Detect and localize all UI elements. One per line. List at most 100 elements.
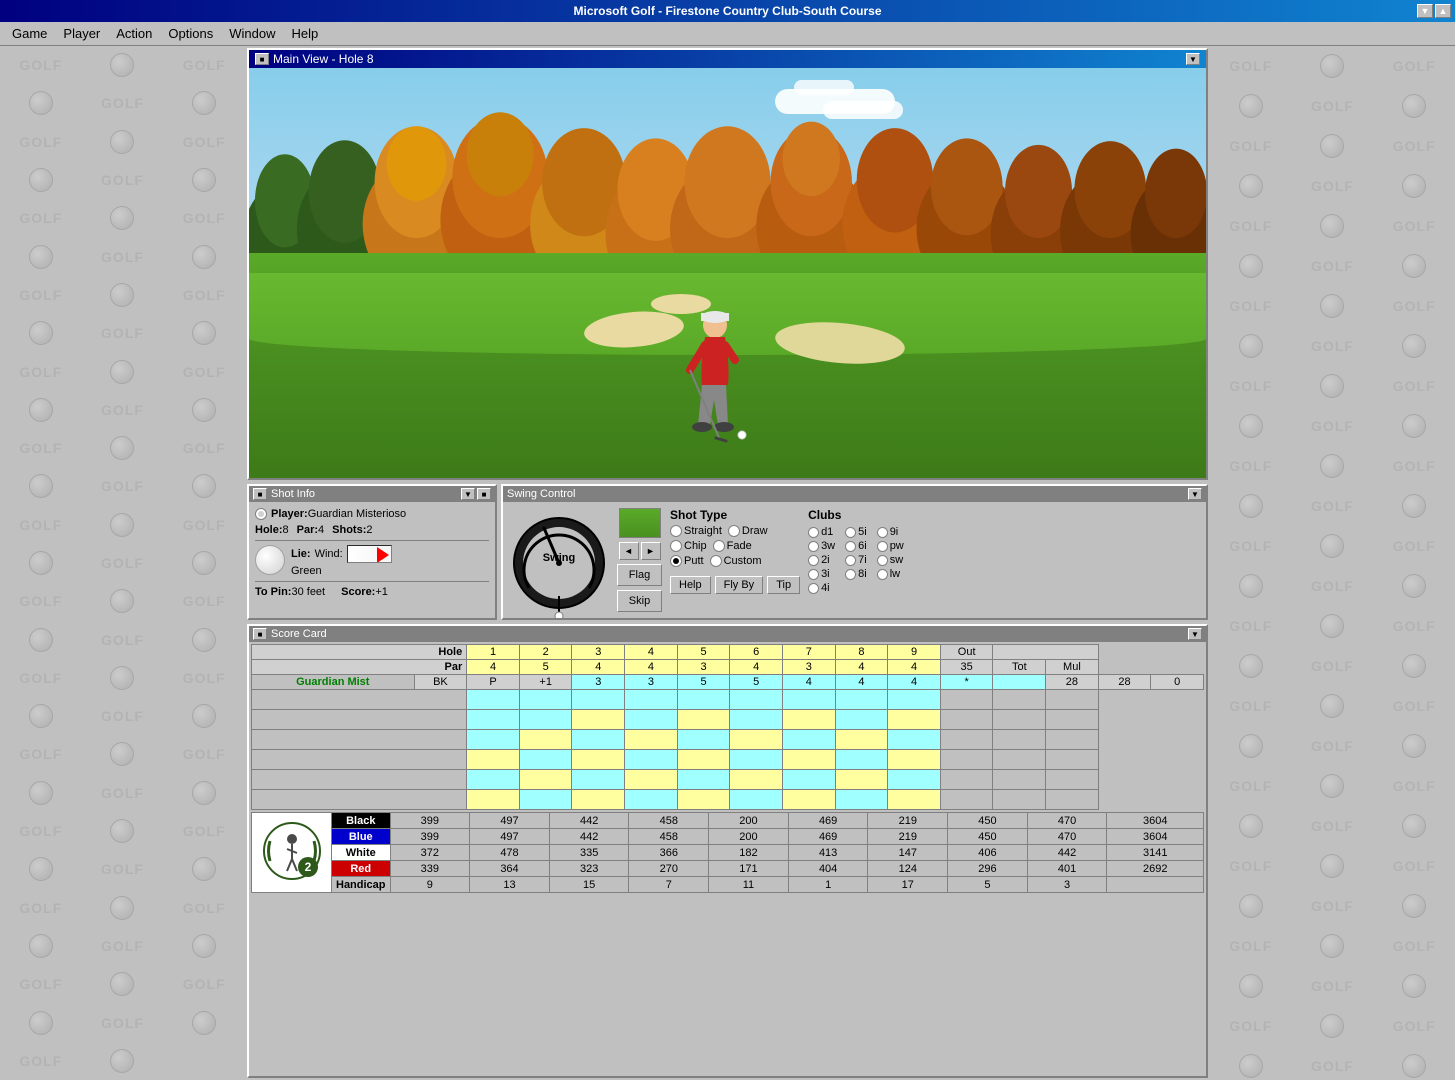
minimize-button[interactable]: ▼ bbox=[1417, 4, 1433, 18]
skip-button[interactable]: Skip bbox=[617, 590, 662, 612]
help-button[interactable]: Help bbox=[670, 576, 711, 594]
menu-window[interactable]: Window bbox=[221, 24, 283, 43]
black-h7: 219 bbox=[868, 813, 948, 829]
shot-info-minimize[interactable]: ■ bbox=[253, 488, 267, 500]
swing-label: Swing bbox=[543, 552, 575, 564]
par-8: 4 bbox=[835, 660, 888, 675]
golfer bbox=[670, 305, 750, 445]
hcp-h2: 13 bbox=[470, 877, 550, 893]
menu-game[interactable]: Game bbox=[4, 24, 55, 43]
club-lw-item[interactable]: lw bbox=[877, 568, 904, 580]
shot-info-btn1[interactable]: ▼ bbox=[461, 488, 475, 500]
club-sw-item[interactable]: sw bbox=[877, 554, 904, 566]
shot-info-btn2[interactable]: ■ bbox=[477, 488, 491, 500]
white-h1: 372 bbox=[390, 845, 470, 861]
club-7i-radio bbox=[845, 555, 856, 566]
title-bar: Microsoft Golf - Firestone Country Club-… bbox=[0, 0, 1455, 22]
radio-putt[interactable]: Putt bbox=[670, 555, 704, 567]
club-4i-item[interactable]: 4i bbox=[808, 582, 835, 594]
club-3w-item[interactable]: 3w bbox=[808, 540, 835, 552]
golf-course-view[interactable] bbox=[249, 68, 1206, 478]
topin-value: 30 feet bbox=[291, 586, 325, 598]
club-2i-item[interactable]: 2i bbox=[808, 554, 835, 566]
club-8i-item[interactable]: 8i bbox=[845, 568, 867, 580]
shot-type-row-1: Straight Draw bbox=[670, 525, 800, 537]
black-h3: 442 bbox=[549, 813, 629, 829]
score-card-minimize[interactable]: ■ bbox=[253, 628, 267, 640]
flyby-button[interactable]: Fly By bbox=[715, 576, 764, 594]
tip-button[interactable]: Tip bbox=[767, 576, 800, 594]
club-5i-item[interactable]: 5i bbox=[845, 526, 867, 538]
ball-icon bbox=[255, 545, 285, 575]
radio-chip-circle bbox=[670, 540, 682, 552]
club-pw-item[interactable]: pw bbox=[877, 540, 904, 552]
blue-h9: 470 bbox=[1027, 829, 1107, 845]
black-h4: 458 bbox=[629, 813, 709, 829]
main-view-minimize[interactable]: ■ bbox=[255, 53, 269, 65]
blue-tee-label: Blue bbox=[332, 829, 391, 845]
radio-chip[interactable]: Chip bbox=[670, 540, 707, 552]
club-pw-label: pw bbox=[890, 540, 904, 552]
flag-button[interactable]: Flag bbox=[617, 564, 662, 586]
menu-player[interactable]: Player bbox=[55, 24, 108, 43]
shot-type-title: Shot Type bbox=[670, 508, 800, 522]
score-card-panel: ■ Score Card ▼ Hole 1 2 3 4 5 bbox=[247, 624, 1208, 1078]
red-tee-label: Red bbox=[332, 861, 391, 877]
club-3i-item[interactable]: 3i bbox=[808, 568, 835, 580]
radio-straight[interactable]: Straight bbox=[670, 525, 722, 537]
club-9i-item[interactable]: 9i bbox=[877, 526, 904, 538]
course-logo-svg: 2 bbox=[262, 821, 322, 881]
score-2: 3 bbox=[625, 675, 678, 690]
score-value: +1 bbox=[375, 586, 388, 598]
lie-label: Lie: bbox=[291, 548, 311, 560]
par-row: Par 4 5 4 4 3 4 3 4 4 35 Tot Mul bbox=[252, 660, 1204, 675]
club-6i-item[interactable]: 6i bbox=[845, 540, 867, 552]
nav-next[interactable]: ► bbox=[641, 542, 661, 560]
radio-straight-label: Straight bbox=[684, 525, 722, 537]
radio-custom-circle bbox=[710, 555, 722, 567]
shot-info-title: Shot Info bbox=[271, 488, 315, 500]
hole-value: 8 bbox=[283, 524, 289, 536]
score-table: Hole 1 2 3 4 5 6 7 8 9 Out bbox=[251, 644, 1204, 810]
score-4: 5 bbox=[730, 675, 783, 690]
score-9 bbox=[993, 675, 1046, 690]
swing-meter[interactable]: Swing bbox=[509, 508, 609, 608]
white-h5: 182 bbox=[709, 845, 789, 861]
score-card-dropdown[interactable]: ▼ bbox=[1188, 628, 1202, 640]
course-thumbnail[interactable] bbox=[619, 508, 661, 538]
score-1: 3 bbox=[572, 675, 625, 690]
red-h9: 401 bbox=[1027, 861, 1107, 877]
red-h5: 171 bbox=[709, 861, 789, 877]
radio-draw[interactable]: Draw bbox=[728, 525, 768, 537]
par-out: 35 bbox=[940, 660, 993, 675]
radio-putt-circle bbox=[670, 555, 682, 567]
maximize-button[interactable]: ▲ bbox=[1435, 4, 1451, 18]
hole-9-header: 9 bbox=[888, 645, 941, 660]
black-tee-label: Black bbox=[332, 813, 391, 829]
nav-prev[interactable]: ◄ bbox=[619, 542, 639, 560]
empty-row-1 bbox=[252, 690, 1204, 710]
club-d1-radio bbox=[808, 527, 819, 538]
par-3: 4 bbox=[572, 660, 625, 675]
hole-4-header: 4 bbox=[625, 645, 678, 660]
blue-h2: 497 bbox=[470, 829, 550, 845]
score-5: 4 bbox=[782, 675, 835, 690]
blue-h6: 469 bbox=[788, 829, 868, 845]
white-h6: 413 bbox=[788, 845, 868, 861]
swing-control-dropdown[interactable]: ▼ bbox=[1188, 488, 1202, 500]
action-buttons: Help Fly By Tip bbox=[670, 576, 800, 594]
red-h4: 270 bbox=[629, 861, 709, 877]
club-7i-item[interactable]: 7i bbox=[845, 554, 867, 566]
wind-indicator bbox=[347, 545, 392, 563]
red-h6: 404 bbox=[788, 861, 868, 877]
menu-action[interactable]: Action bbox=[108, 24, 160, 43]
club-d1-item[interactable]: d1 bbox=[808, 526, 835, 538]
radio-fade[interactable]: Fade bbox=[713, 540, 752, 552]
club-6i-label: 6i bbox=[858, 540, 867, 552]
main-view-dropdown[interactable]: ▼ bbox=[1186, 53, 1200, 65]
menu-help[interactable]: Help bbox=[283, 24, 326, 43]
right-watermark: GOLF GOLF GOLF GOLF GOLF GOLF GOLF GOLF … bbox=[1210, 46, 1455, 1080]
menu-options[interactable]: Options bbox=[160, 24, 221, 43]
radio-custom[interactable]: Custom bbox=[710, 555, 762, 567]
par-tot-label: Tot bbox=[993, 660, 1046, 675]
